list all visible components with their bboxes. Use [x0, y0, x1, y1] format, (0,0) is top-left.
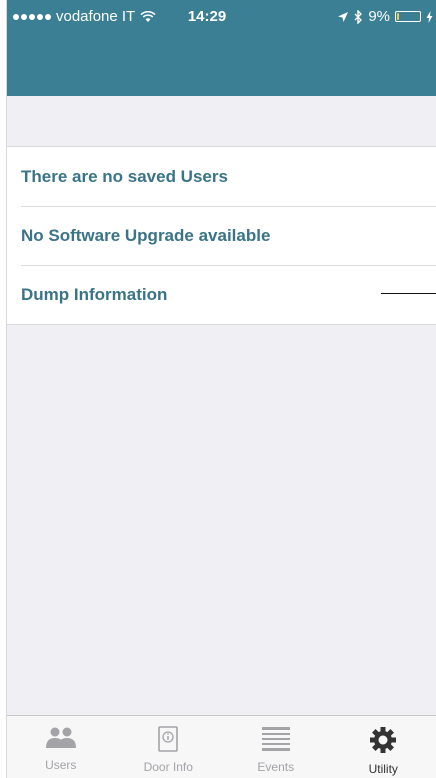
- list-item-label: Dump Information: [21, 284, 168, 304]
- tab-door-info[interactable]: Door Info: [115, 716, 223, 778]
- list-item-software-upgrade[interactable]: No Software Upgrade available: [7, 206, 436, 265]
- bluetooth-icon: [354, 9, 363, 24]
- app-screen: vodafone IT 14:29 9% There are no saved …: [6, 0, 436, 778]
- list-item-label: No Software Upgrade available: [21, 225, 271, 245]
- battery-percent: 9%: [368, 8, 390, 25]
- tab-utility[interactable]: Utility: [330, 716, 436, 778]
- tab-label: Utility: [368, 762, 398, 776]
- tab-bar: Users Door Info Events Utility: [7, 715, 436, 778]
- gear-icon: [370, 727, 397, 753]
- list-item-users-status[interactable]: There are no saved Users: [7, 147, 436, 206]
- battery-fill: [397, 13, 399, 20]
- users-icon: [45, 727, 76, 748]
- tab-label: Users: [45, 758, 77, 772]
- list-item-label: There are no saved Users: [21, 166, 228, 186]
- tab-events[interactable]: Events: [222, 716, 330, 778]
- status-right: 9%: [337, 8, 433, 25]
- tab-users[interactable]: Users: [7, 716, 115, 778]
- charging-bolt-icon: [426, 10, 433, 23]
- nav-header: vodafone IT 14:29 9%: [7, 0, 436, 96]
- tab-label: Events: [257, 760, 295, 774]
- events-icon: [261, 727, 290, 751]
- battery-icon: [395, 11, 421, 22]
- utility-list: There are no saved Users No Software Upg…: [7, 146, 436, 325]
- list-item-dump-information[interactable]: Dump Information: [7, 265, 436, 324]
- tab-label: Door Info: [143, 760, 193, 774]
- location-arrow-icon: [338, 11, 349, 22]
- door-info-icon: [158, 726, 179, 752]
- status-bar: vodafone IT 14:29 9%: [7, 0, 436, 34]
- divider-line: [381, 293, 436, 294]
